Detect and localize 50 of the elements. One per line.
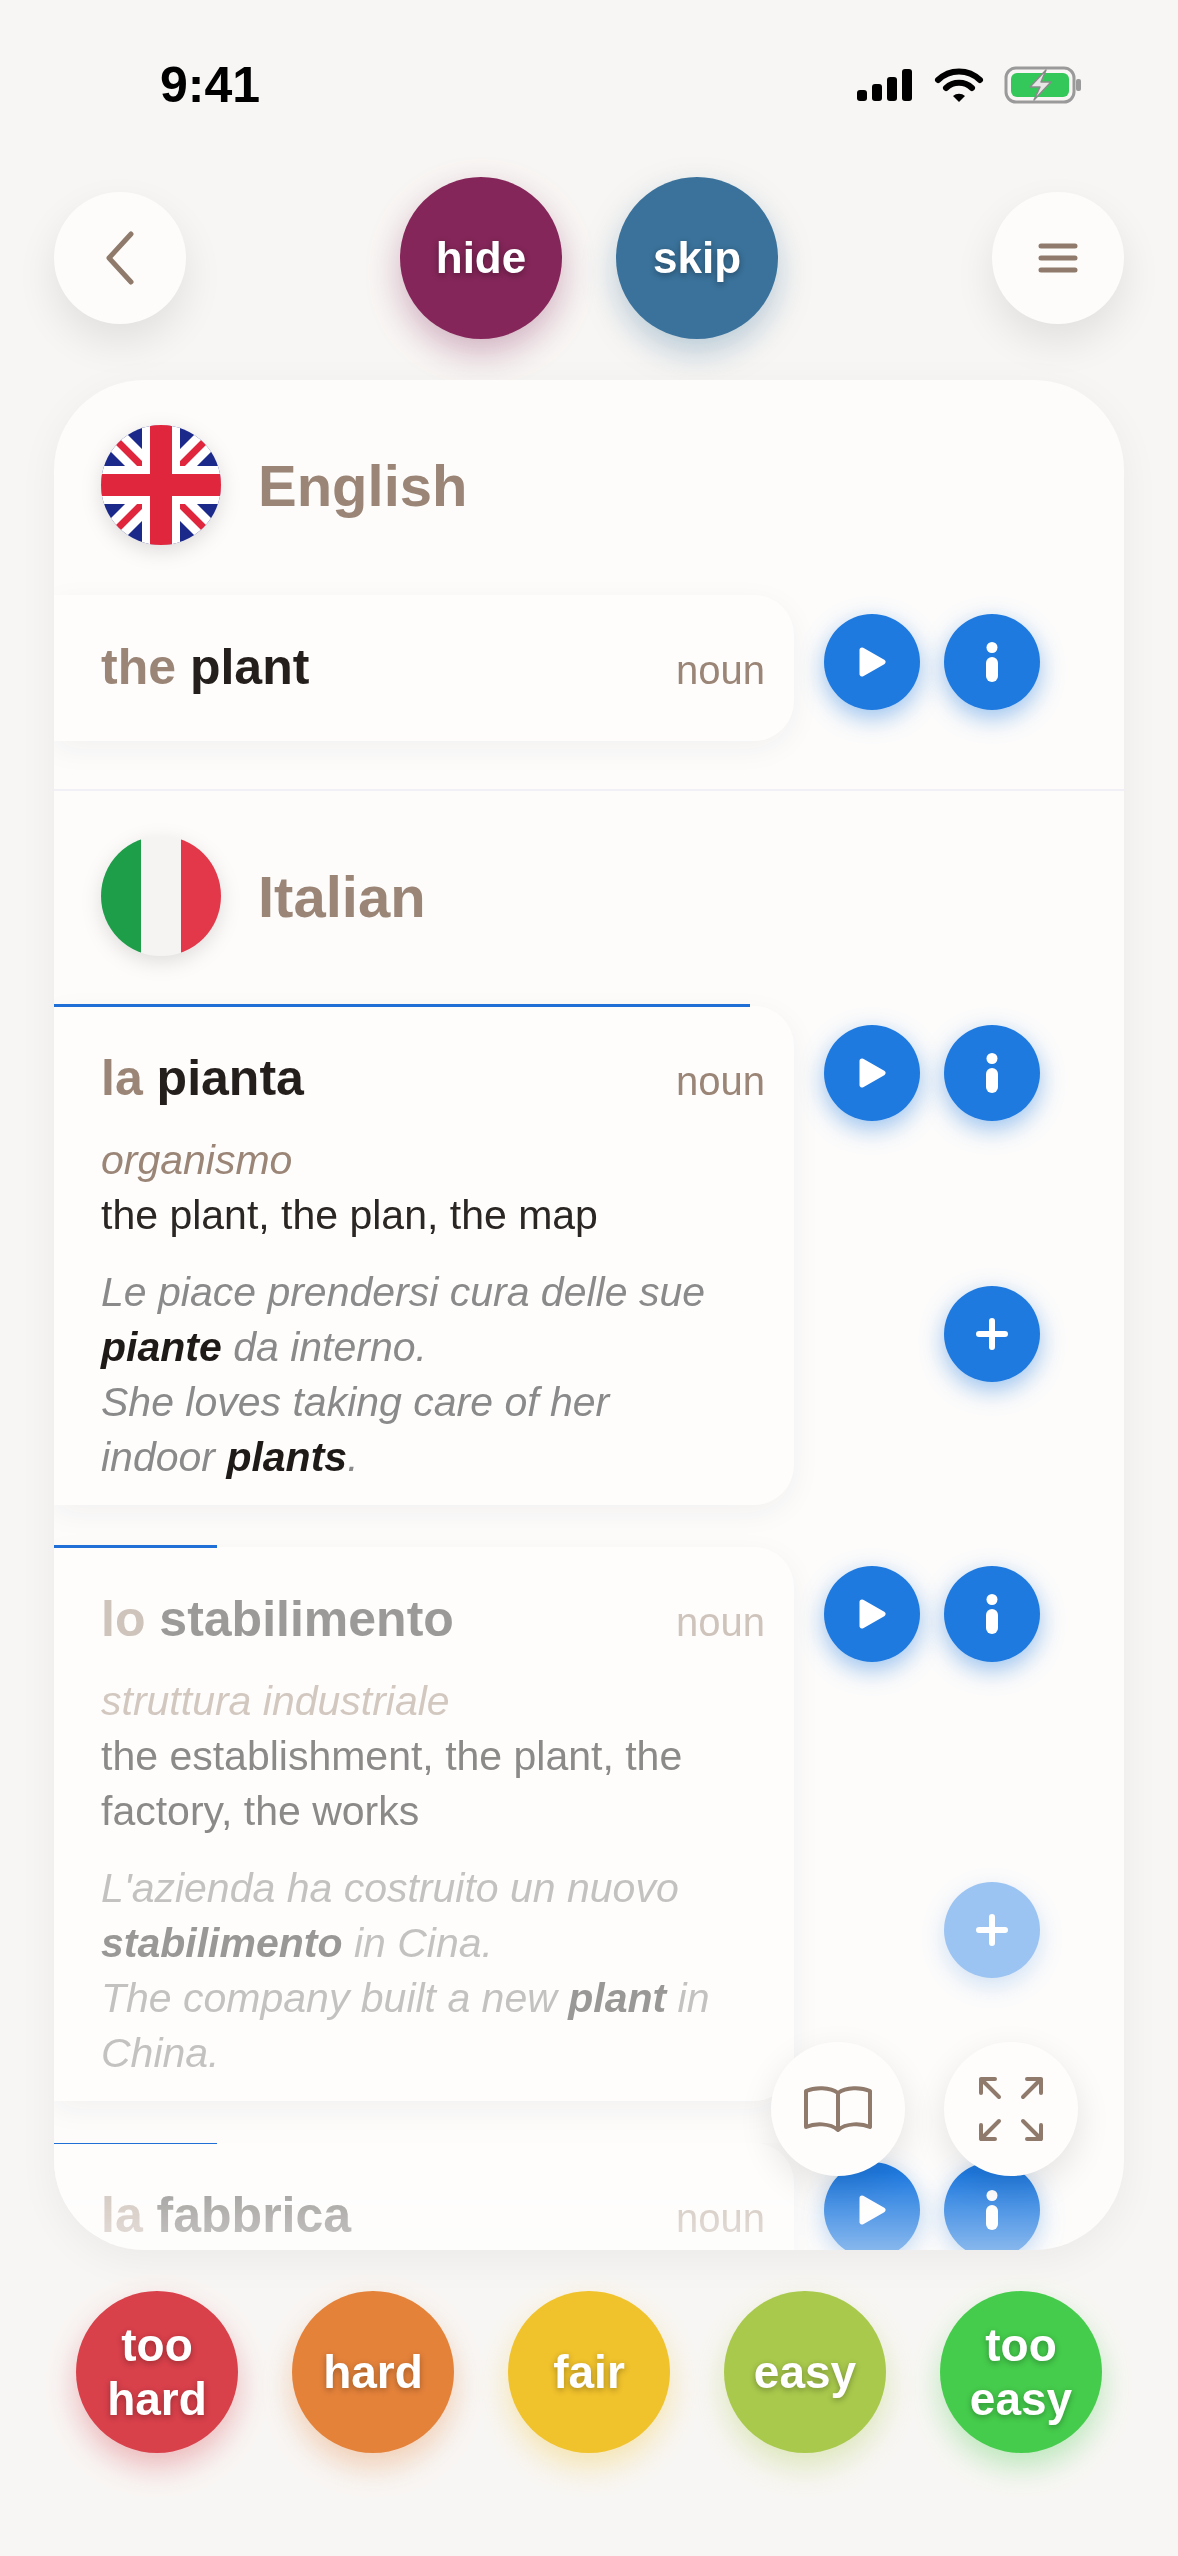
battery-charging-icon bbox=[1004, 66, 1082, 104]
language-title: English bbox=[258, 451, 468, 519]
info-icon bbox=[985, 1594, 999, 1634]
chevron-left-icon bbox=[105, 230, 135, 286]
example-sentence: L'azienda ha costruito un nuovo stabilimento in Cina. bbox=[101, 1864, 680, 1968]
rating-button[interactable]: too hard bbox=[76, 2291, 238, 2453]
info-icon bbox=[985, 642, 999, 682]
play-icon bbox=[857, 1598, 887, 1630]
example-translation: The company built a new plant in China. bbox=[101, 1974, 711, 2078]
word-title: la pianta bbox=[101, 1050, 304, 1106]
rating-button[interactable]: easy bbox=[724, 2291, 886, 2453]
clock-time: 9:41 bbox=[160, 56, 262, 114]
plus-icon bbox=[975, 1317, 1009, 1351]
expand-icon bbox=[977, 2075, 1045, 2143]
translation-text: the establishment, the plant, the factory, the works bbox=[101, 1732, 684, 1836]
rating-button[interactable]: too easy bbox=[940, 2291, 1102, 2453]
play-icon bbox=[857, 2194, 887, 2226]
add-button[interactable] bbox=[944, 1286, 1040, 1382]
play-button[interactable] bbox=[824, 1025, 920, 1121]
play-icon bbox=[857, 646, 887, 678]
part-of-speech: noun bbox=[676, 1058, 765, 1105]
example-translation: She loves taking care of her indoor plants. bbox=[101, 1378, 612, 1482]
open-book-icon bbox=[802, 2083, 874, 2135]
sense-label: organismo bbox=[101, 1136, 294, 1185]
sense-label: struttura industriale bbox=[101, 1677, 451, 1726]
info-button[interactable] bbox=[944, 1025, 1040, 1121]
plus-icon bbox=[975, 1913, 1009, 1947]
part-of-speech: noun bbox=[676, 1599, 765, 1646]
part-of-speech: noun bbox=[676, 647, 765, 694]
info-button[interactable] bbox=[944, 614, 1040, 710]
menu-icon bbox=[1038, 242, 1078, 274]
play-button[interactable] bbox=[824, 1566, 920, 1662]
signal-icon bbox=[857, 69, 914, 101]
play-button[interactable] bbox=[824, 2162, 920, 2250]
italy-flag-icon bbox=[101, 836, 221, 956]
wifi-icon bbox=[934, 67, 984, 103]
play-icon bbox=[857, 1057, 887, 1089]
info-icon bbox=[985, 1053, 999, 1093]
word-title: lo stabilimento bbox=[101, 1591, 454, 1647]
action-button[interactable]: hide bbox=[400, 177, 562, 339]
example-sentence: Le piace prendersi cura delle sue piante da interno. bbox=[101, 1268, 706, 1372]
word-title: the plant bbox=[101, 639, 310, 695]
action-button[interactable]: skip bbox=[616, 177, 778, 339]
language-title: Italian bbox=[258, 862, 426, 930]
info-icon bbox=[985, 2190, 999, 2230]
rating-button[interactable]: fair bbox=[508, 2291, 670, 2453]
translation-text: the plant, the plan, the map bbox=[101, 1191, 599, 1240]
info-button[interactable] bbox=[944, 1566, 1040, 1662]
play-button[interactable] bbox=[824, 614, 920, 710]
rating-button[interactable]: hard bbox=[292, 2291, 454, 2453]
